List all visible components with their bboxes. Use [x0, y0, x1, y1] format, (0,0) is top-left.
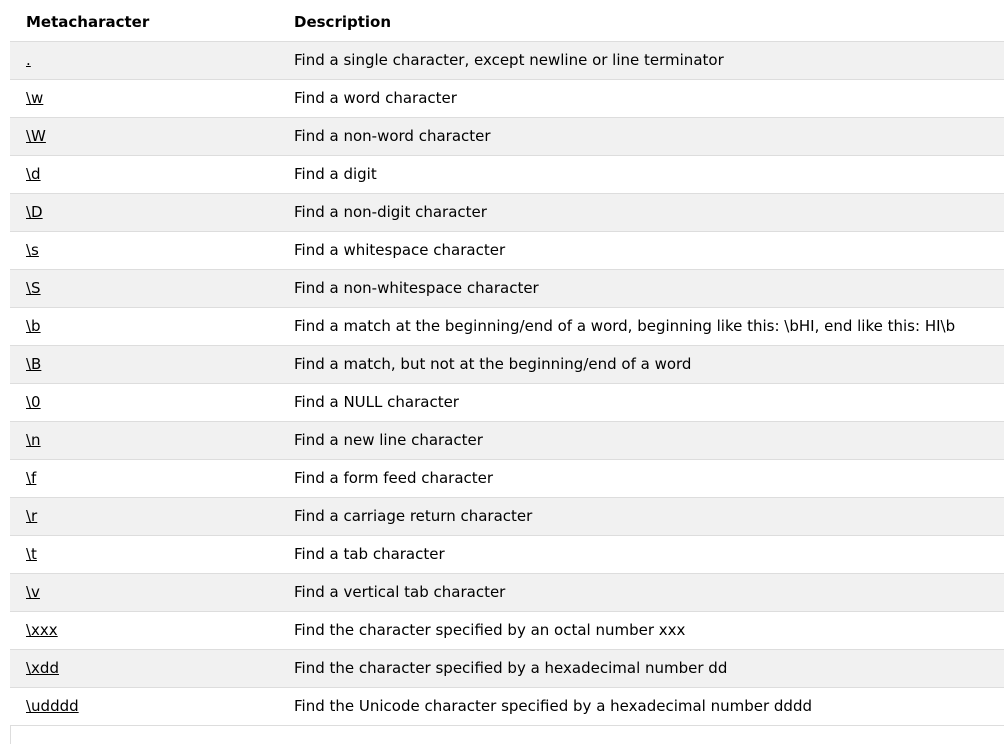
metacharacter-cell: \xdd: [10, 649, 278, 688]
metacharacter-reference-table: Metacharacter Description . Find a single…: [10, 3, 1004, 726]
metacharacter-cell: \s: [10, 231, 278, 270]
table-row: \v Find a vertical tab character: [10, 573, 1004, 612]
metacharacter-cell: \d: [10, 155, 278, 194]
metacharacter-cell: \udddd: [10, 687, 278, 726]
description-cell: Find a word character: [278, 79, 1004, 118]
metacharacter-link[interactable]: \v: [26, 583, 40, 601]
description-cell: Find a digit: [278, 155, 1004, 194]
table-row: \xdd Find the character specified by a he…: [10, 649, 1004, 688]
description-cell: Find a non-digit character: [278, 193, 1004, 232]
description-cell: Find a new line character: [278, 421, 1004, 460]
table-row: \W Find a non-word character: [10, 117, 1004, 156]
metacharacter-cell: \S: [10, 269, 278, 308]
metacharacter-link[interactable]: \0: [26, 393, 41, 411]
table-row: \f Find a form feed character: [10, 459, 1004, 498]
table-row: \S Find a non-whitespace character: [10, 269, 1004, 308]
description-cell: Find a match, but not at the beginning/e…: [278, 345, 1004, 384]
description-cell: Find a tab character: [278, 535, 1004, 574]
metacharacter-link[interactable]: \S: [26, 279, 41, 297]
metacharacter-cell: \f: [10, 459, 278, 498]
table-row: \d Find a digit: [10, 155, 1004, 194]
metacharacter-cell: \B: [10, 345, 278, 384]
metacharacter-link[interactable]: .: [26, 51, 31, 69]
description-cell: Find the character specified by an octal…: [278, 611, 1004, 650]
metacharacter-link[interactable]: \xdd: [26, 659, 59, 677]
metacharacter-link[interactable]: \b: [26, 317, 41, 335]
description-cell: Find a vertical tab character: [278, 573, 1004, 612]
metacharacter-link[interactable]: \udddd: [26, 697, 79, 715]
metacharacter-link[interactable]: \D: [26, 203, 43, 221]
metacharacter-cell: \v: [10, 573, 278, 612]
metacharacter-link[interactable]: \f: [26, 469, 36, 487]
metacharacter-cell: \t: [10, 535, 278, 574]
metacharacter-cell: .: [10, 41, 278, 80]
metacharacter-cell: \W: [10, 117, 278, 156]
metacharacter-cell: \0: [10, 383, 278, 422]
table-row: . Find a single character, except newline…: [10, 41, 1004, 80]
description-cell: Find a carriage return character: [278, 497, 1004, 536]
metacharacter-cell: \xxx: [10, 611, 278, 650]
table-row: \D Find a non-digit character: [10, 193, 1004, 232]
metacharacter-cell: \n: [10, 421, 278, 460]
table-row: \b Find a match at the beginning/end of a…: [10, 307, 1004, 346]
table-row: \s Find a whitespace character: [10, 231, 1004, 270]
metacharacter-link[interactable]: \xxx: [26, 621, 58, 639]
column-header-description: Description: [278, 3, 1004, 42]
table-row: \t Find a tab character: [10, 535, 1004, 574]
description-cell: Find a whitespace character: [278, 231, 1004, 270]
table-row: \w Find a word character: [10, 79, 1004, 118]
metacharacter-cell: \r: [10, 497, 278, 536]
column-header-metacharacter: Metacharacter: [10, 3, 278, 42]
description-cell: Find the character specified by a hexade…: [278, 649, 1004, 688]
metacharacter-link[interactable]: \s: [26, 241, 39, 259]
description-cell: Find a non-whitespace character: [278, 269, 1004, 308]
metacharacter-link[interactable]: \w: [26, 89, 43, 107]
metacharacter-link[interactable]: \t: [26, 545, 37, 563]
table-row: \r Find a carriage return character: [10, 497, 1004, 536]
table-body: . Find a single character, except newline…: [10, 41, 1004, 726]
metacharacter-cell: \b: [10, 307, 278, 346]
metacharacter-link[interactable]: \W: [26, 127, 46, 145]
table-row: \0 Find a NULL character: [10, 383, 1004, 422]
description-cell: Find a match at the beginning/end of a w…: [278, 307, 1004, 346]
description-cell: Find a single character, except newline …: [278, 41, 1004, 80]
table-header: Metacharacter Description: [10, 3, 1004, 42]
description-cell: Find a NULL character: [278, 383, 1004, 422]
description-cell: Find the Unicode character specified by …: [278, 687, 1004, 726]
description-cell: Find a form feed character: [278, 459, 1004, 498]
metacharacter-link[interactable]: \d: [26, 165, 41, 183]
table-row: \B Find a match, but not at the beginning…: [10, 345, 1004, 384]
metacharacter-link[interactable]: \n: [26, 431, 41, 449]
metacharacter-link[interactable]: \B: [26, 355, 41, 373]
metacharacter-cell: \D: [10, 193, 278, 232]
metacharacter-cell: \w: [10, 79, 278, 118]
table-row: \udddd Find the Unicode character specifi…: [10, 687, 1004, 726]
table-row: \xxx Find the character specified by an o…: [10, 611, 1004, 650]
metacharacter-link[interactable]: \r: [26, 507, 37, 525]
table-row: \n Find a new line character: [10, 421, 1004, 460]
table-header-row: Metacharacter Description: [10, 3, 1004, 42]
description-cell: Find a non-word character: [278, 117, 1004, 156]
